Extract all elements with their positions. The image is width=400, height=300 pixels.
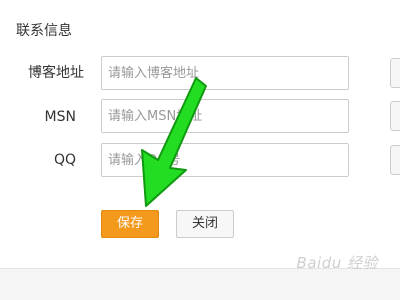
section-title: 联系信息 [16, 23, 72, 39]
blog-address-input[interactable] [101, 56, 349, 90]
msn-label: MSN [44, 109, 76, 125]
side-button[interactable] [390, 58, 400, 88]
blog-address-label: 博客地址 [28, 65, 84, 81]
msn-input[interactable] [101, 99, 349, 133]
contact-settings-page: 联系信息 博客地址 MSN QQ 保存 关闭 Baidu 经验 [0, 0, 400, 300]
qq-input[interactable] [101, 143, 349, 177]
watermark: Baidu 经验 [296, 254, 378, 272]
footer-bar [0, 269, 400, 300]
close-button[interactable]: 关闭 [176, 210, 234, 238]
side-button[interactable] [390, 101, 400, 131]
save-button[interactable]: 保存 [101, 210, 159, 238]
side-button[interactable] [390, 145, 400, 175]
qq-label: QQ [53, 152, 76, 168]
